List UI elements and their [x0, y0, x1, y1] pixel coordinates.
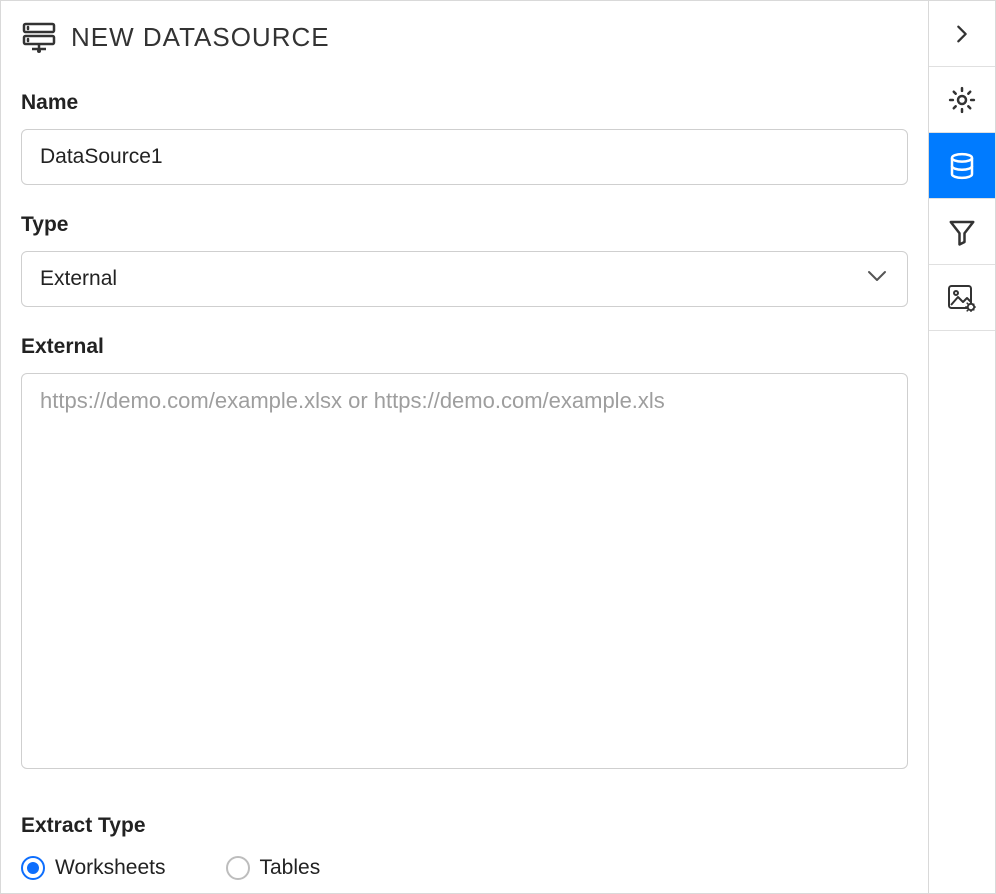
external-input[interactable]: [21, 373, 908, 769]
filter-icon: [947, 217, 977, 247]
type-label: Type: [21, 213, 908, 237]
radio-worksheets-label: Worksheets: [55, 856, 166, 880]
database-icon: [947, 151, 977, 181]
datasource-icon: [21, 19, 57, 55]
name-label: Name: [21, 91, 908, 115]
type-select[interactable]: External: [21, 251, 908, 307]
name-input[interactable]: [21, 129, 908, 185]
radio-worksheets[interactable]: Worksheets: [21, 856, 166, 880]
type-select-value: External: [40, 267, 117, 291]
radio-circle-icon: [226, 856, 250, 880]
gear-icon: [947, 85, 977, 115]
sidebar-item-filter[interactable]: [929, 199, 995, 265]
radio-circle-icon: [21, 856, 45, 880]
sidebar-collapse-button[interactable]: [929, 1, 995, 67]
extract-type-label: Extract Type: [21, 814, 908, 838]
chevron-right-icon: [951, 23, 973, 45]
chevron-down-icon: [865, 264, 889, 294]
panel-title: NEW DATASOURCE: [71, 22, 330, 53]
sidebar-item-settings[interactable]: [929, 67, 995, 133]
sidebar-item-datasource[interactable]: [929, 133, 995, 199]
panel-header: NEW DATASOURCE: [21, 13, 908, 63]
radio-tables[interactable]: Tables: [226, 856, 321, 880]
right-sidebar: [929, 1, 995, 893]
external-label: External: [21, 335, 908, 359]
extract-type-radios: Worksheets Tables: [21, 856, 908, 880]
sidebar-item-image-settings[interactable]: [929, 265, 995, 331]
radio-tables-label: Tables: [260, 856, 321, 880]
image-gear-icon: [946, 282, 978, 314]
main-panel: NEW DATASOURCE Name Type External Extern…: [1, 1, 929, 893]
